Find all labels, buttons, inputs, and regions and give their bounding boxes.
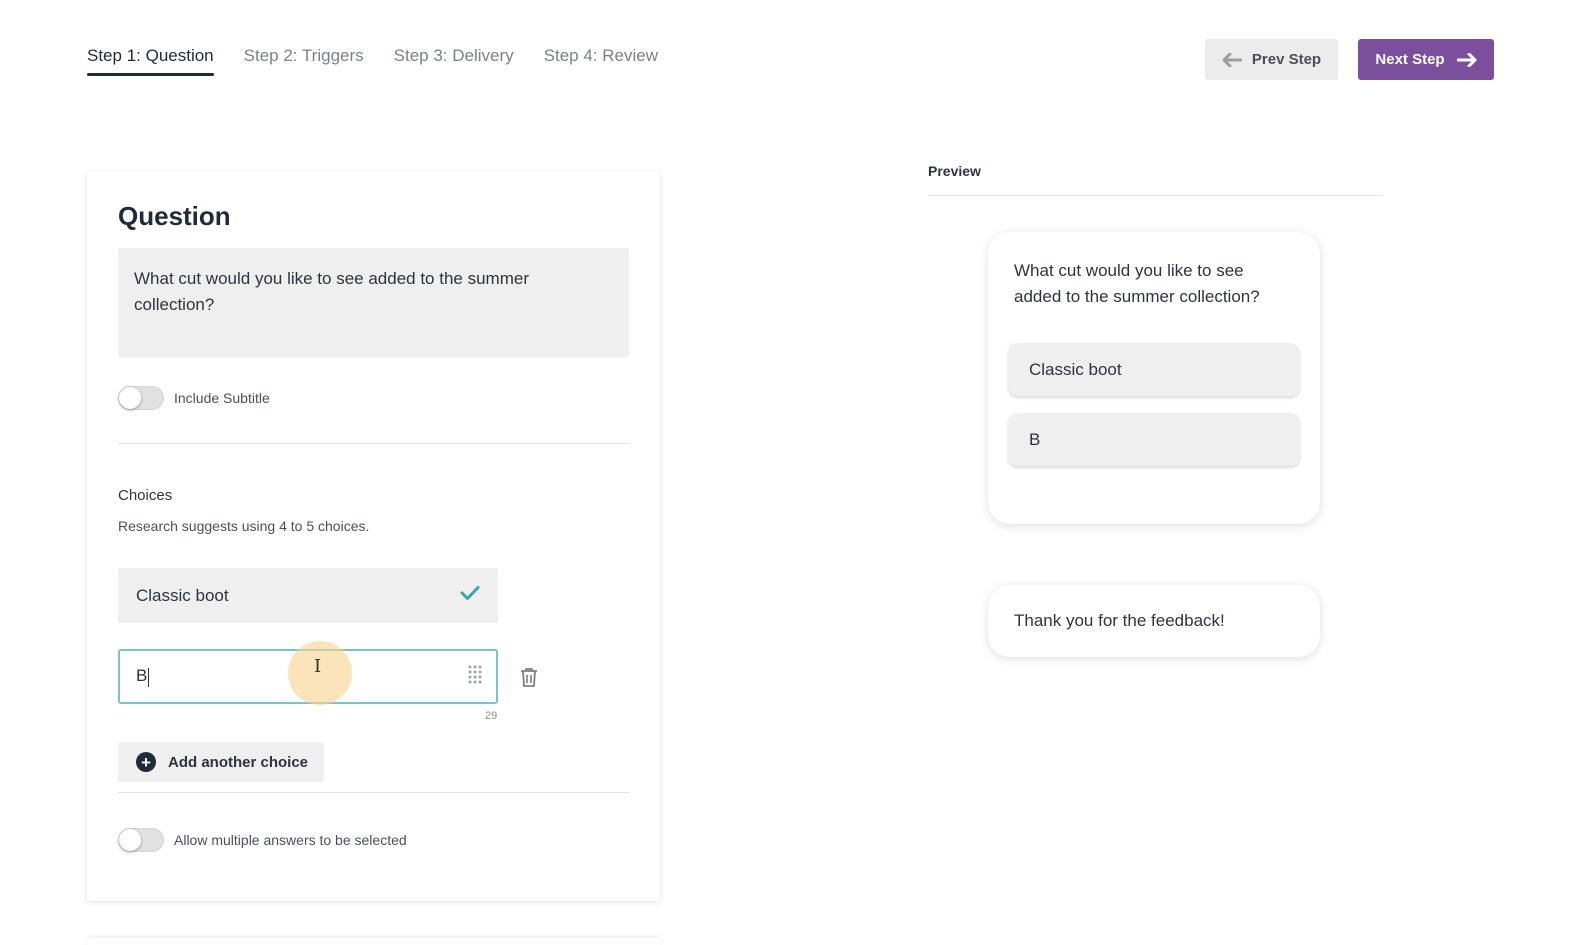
prev-step-label: Prev Step (1251, 51, 1322, 68)
include-subtitle-label: Include Subtitle (174, 390, 270, 406)
arrow-left-icon (1222, 52, 1242, 67)
choice-input-value: B (136, 666, 150, 687)
preview-thank-you-card: Thank you for the feedback! (988, 585, 1320, 657)
next-card-edge (87, 938, 660, 945)
add-choice-label: Add another choice (168, 753, 309, 771)
step-tabs: Step 1: Question Step 2: Triggers Step 3… (87, 46, 658, 76)
trash-icon[interactable] (517, 665, 541, 689)
preview-choice[interactable]: B (1008, 413, 1300, 466)
drag-handle-icon[interactable] (468, 664, 482, 689)
add-another-choice-button[interactable]: + Add another choice (118, 742, 324, 782)
divider (118, 792, 629, 793)
toggle-knob (119, 829, 141, 851)
allow-multiple-label: Allow multiple answers to be selected (174, 832, 407, 848)
next-step-button[interactable]: Next Step (1358, 39, 1494, 80)
checkmark-icon (460, 585, 480, 606)
next-step-label: Next Step (1375, 51, 1445, 68)
choice-input-text: B (136, 666, 148, 686)
prev-step-button[interactable]: Prev Step (1205, 39, 1338, 80)
arrow-right-icon (1456, 52, 1477, 67)
plus-circle-icon: + (136, 752, 156, 772)
character-count: 29 (485, 710, 498, 722)
preview-heading: Preview (928, 163, 981, 179)
choice-item[interactable]: Classic boot (118, 568, 498, 623)
ibeam-cursor-icon: I (314, 656, 322, 677)
choices-heading: Choices (118, 487, 173, 504)
tab-step-3-delivery[interactable]: Step 3: Delivery (394, 46, 514, 76)
preview-question-card: What cut would you like to see added to … (988, 232, 1320, 524)
preview-divider (928, 195, 1382, 196)
thank-you-text: Thank you for the feedback! (1014, 611, 1225, 630)
question-editor-card: Question What cut would you like to see … (87, 171, 660, 901)
question-text-field[interactable]: What cut would you like to see added to … (118, 248, 629, 357)
allow-multiple-toggle[interactable] (118, 828, 164, 852)
tab-step-1-question[interactable]: Step 1: Question (87, 46, 214, 76)
tab-step-4-review[interactable]: Step 4: Review (544, 46, 658, 76)
text-caret (148, 667, 150, 687)
choice-label: Classic boot (136, 585, 229, 605)
card-title: Question (118, 201, 231, 231)
toggle-knob (119, 387, 141, 409)
preview-choice[interactable]: Classic boot (1008, 343, 1300, 396)
preview-question-text: What cut would you like to see added to … (1014, 261, 1260, 306)
tab-step-2-triggers[interactable]: Step 2: Triggers (244, 46, 364, 76)
choices-hint: Research suggests using 4 to 5 choices. (118, 518, 370, 534)
include-subtitle-toggle[interactable] (118, 386, 164, 410)
divider (118, 443, 629, 444)
